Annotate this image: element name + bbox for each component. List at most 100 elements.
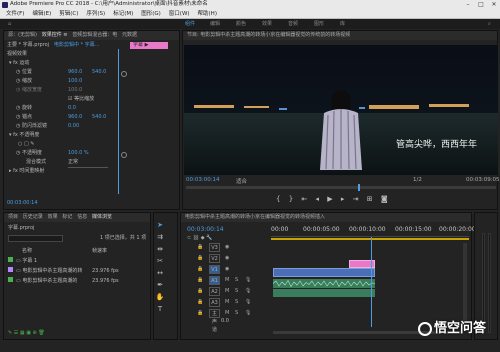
track-solo-button[interactable]: S [235, 309, 238, 317]
menu-graphics[interactable]: 图形(G) [141, 11, 161, 17]
time-ruler[interactable]: 00:00 00:00:05:00 00:00:10:00 00:00:15:0… [271, 223, 476, 237]
workspace-assembly[interactable]: 组件 [185, 19, 195, 29]
pencil-icon[interactable]: ✎ [8, 330, 12, 336]
program-playhead[interactable] [358, 184, 360, 191]
search-icon[interactable]: ⌕ [488, 19, 491, 29]
track-eye-icon[interactable]: ◉ [225, 265, 229, 273]
snap-icon[interactable]: ⊂ [187, 235, 191, 241]
mark-out-icon[interactable]: } [289, 195, 293, 203]
minimize-button[interactable]: – [462, 0, 474, 9]
close-button[interactable]: ✕ [488, 0, 500, 9]
reset-icon[interactable] [121, 71, 127, 77]
column-name[interactable]: 名称 [22, 247, 32, 256]
anchor-y[interactable]: 540.0 [92, 113, 106, 122]
flicker-value[interactable]: 0.00 [68, 122, 79, 131]
blend-select[interactable]: 正常 [68, 158, 108, 168]
program-tab[interactable]: 节目: 电影剪辑中杀主题高潮的转场小京在编辑器视觉的传统前的转场视频 [183, 31, 497, 40]
workspace-editing[interactable]: 编辑 [210, 19, 220, 29]
track-lock-icon[interactable]: 🔒 [197, 287, 203, 295]
position-x[interactable]: 960.0 [68, 68, 82, 77]
list-view-icon[interactable]: ☰ [14, 330, 18, 336]
track-solo-button[interactable]: S [235, 276, 238, 284]
fit-select[interactable]: 适合 [236, 177, 247, 185]
opacity-value[interactable]: 100.0 % [68, 149, 89, 158]
resolution-select[interactable]: 1/2 [413, 177, 422, 183]
track-mute-button[interactable]: M [225, 298, 229, 306]
tab-effects[interactable]: 效果 [48, 214, 58, 220]
workspace-libraries[interactable]: 库 [340, 19, 345, 29]
hand-tool-icon[interactable]: ✋ [155, 292, 165, 302]
go-to-in-icon[interactable]: ⇤ [301, 195, 307, 203]
maximize-button[interactable]: □ [475, 0, 487, 9]
slip-tool-icon[interactable]: ↔ [155, 268, 165, 278]
add-marker-icon[interactable]: ◆ [201, 235, 205, 241]
ec-timecode[interactable]: 00:03:00:14 [7, 199, 38, 208]
workspace-audio[interactable]: 音频 [288, 19, 298, 29]
play-icon[interactable]: ▶ [327, 195, 332, 203]
project-item[interactable]: ▭ 电影剪辑中杀主题高潮的 23.976 fps [8, 277, 148, 286]
project-item[interactable]: ▭ 电影剪辑中杀主题高潮的转 23.976 fps [8, 267, 148, 276]
home-icon[interactable]: ⌂ [8, 19, 11, 29]
scale-width-value[interactable]: 100.0 [68, 86, 82, 95]
track-lock-icon[interactable]: 🔒 [197, 265, 203, 273]
expand-arrow-icon[interactable]: ▾ fx [9, 132, 19, 138]
timeline-timecode[interactable]: 00:03:00:14 [187, 225, 224, 234]
mark-in-icon[interactable]: { [276, 195, 280, 203]
track-target-button[interactable]: V3 [209, 243, 220, 252]
track-target-button[interactable]: A2 [209, 287, 220, 296]
expand-arrow-icon[interactable]: ▾ fx [9, 60, 19, 66]
scale-value[interactable]: 100.0 [68, 77, 82, 86]
timeline-tab[interactable]: 电影剪辑中杀主题高潮的转场小京在编辑器视觉的转场视频插入 [181, 213, 471, 222]
go-to-out-icon[interactable]: ⇥ [353, 195, 359, 203]
timeline-playhead[interactable] [371, 237, 372, 327]
rotation-value[interactable]: 0.0 [68, 104, 76, 113]
timeline-vscroll[interactable] [463, 243, 467, 323]
tab-media-browser[interactable]: 媒体浏览 [92, 214, 112, 220]
menu-help[interactable]: 帮助(H) [198, 11, 217, 17]
workspace-color[interactable]: 颜色 [236, 19, 246, 29]
linked-selection-icon[interactable]: ⛓ [193, 235, 199, 241]
wrench-icon[interactable]: 🔧 [206, 235, 212, 241]
audio-clip-a2[interactable] [273, 289, 375, 297]
export-frame-icon[interactable]: ◙ [381, 195, 388, 203]
tab-audio-mixer[interactable]: 音频剪辑混合器：电 [72, 32, 117, 38]
ripple-edit-tool-icon[interactable]: ⇹ [155, 244, 165, 254]
razor-tool-icon[interactable]: ✂ [155, 256, 165, 266]
track-mute-button[interactable]: M [225, 287, 229, 295]
video-clip[interactable] [273, 268, 375, 277]
audio-clip-a1[interactable] [272, 279, 376, 288]
project-search-input[interactable] [8, 235, 63, 242]
program-timecode[interactable]: 00:03:00:14 [186, 177, 220, 183]
step-back-icon[interactable]: ◂ [316, 195, 320, 203]
track-target-button[interactable]: A3 [209, 298, 220, 307]
anchor-x[interactable]: 960.0 [68, 113, 82, 122]
ec-playhead[interactable] [118, 49, 119, 194]
menu-file[interactable]: 文件(F) [6, 11, 24, 17]
master-level[interactable]: 0.0 [221, 317, 229, 326]
workspace-effects[interactable]: 效果 [262, 19, 272, 29]
type-tool-icon[interactable]: T [155, 304, 165, 314]
position-y[interactable]: 540.0 [92, 68, 106, 77]
track-solo-button[interactable]: S [235, 287, 238, 295]
track-mic-icon[interactable]: 🎙 [245, 276, 251, 284]
workspace-graphics[interactable]: 图形 [314, 19, 324, 29]
tab-effect-controls[interactable]: 效果控件 ≡ [42, 32, 68, 38]
tab-metadata[interactable]: 元数据 [122, 32, 137, 38]
track-mute-button[interactable]: M [225, 276, 229, 284]
menu-edit[interactable]: 编辑(E) [32, 11, 51, 17]
selection-tool-icon[interactable]: ➤ [155, 220, 165, 230]
expand-arrow-icon[interactable]: ▸ fx [9, 168, 19, 174]
track-target-button[interactable]: 主声道 [209, 309, 220, 333]
track-mic-icon[interactable]: 🎙 [245, 298, 251, 306]
track-lock-icon[interactable]: 🔒 [197, 276, 203, 284]
reset-icon[interactable] [121, 152, 127, 158]
track-mic-icon[interactable]: 🎙 [245, 309, 251, 317]
menu-window[interactable]: 窗口(W) [169, 11, 190, 17]
trash-icon[interactable]: 🗑 [38, 330, 44, 336]
track-solo-button[interactable]: S [235, 298, 238, 306]
tab-info[interactable]: 信息 [77, 214, 87, 220]
new-bin-icon[interactable]: ▣ [26, 330, 31, 336]
tab-history[interactable]: 历史记录 [23, 214, 43, 220]
track-lock-icon[interactable]: 🔒 [197, 243, 203, 251]
column-frame-rate[interactable]: 帧速率 [92, 247, 107, 256]
